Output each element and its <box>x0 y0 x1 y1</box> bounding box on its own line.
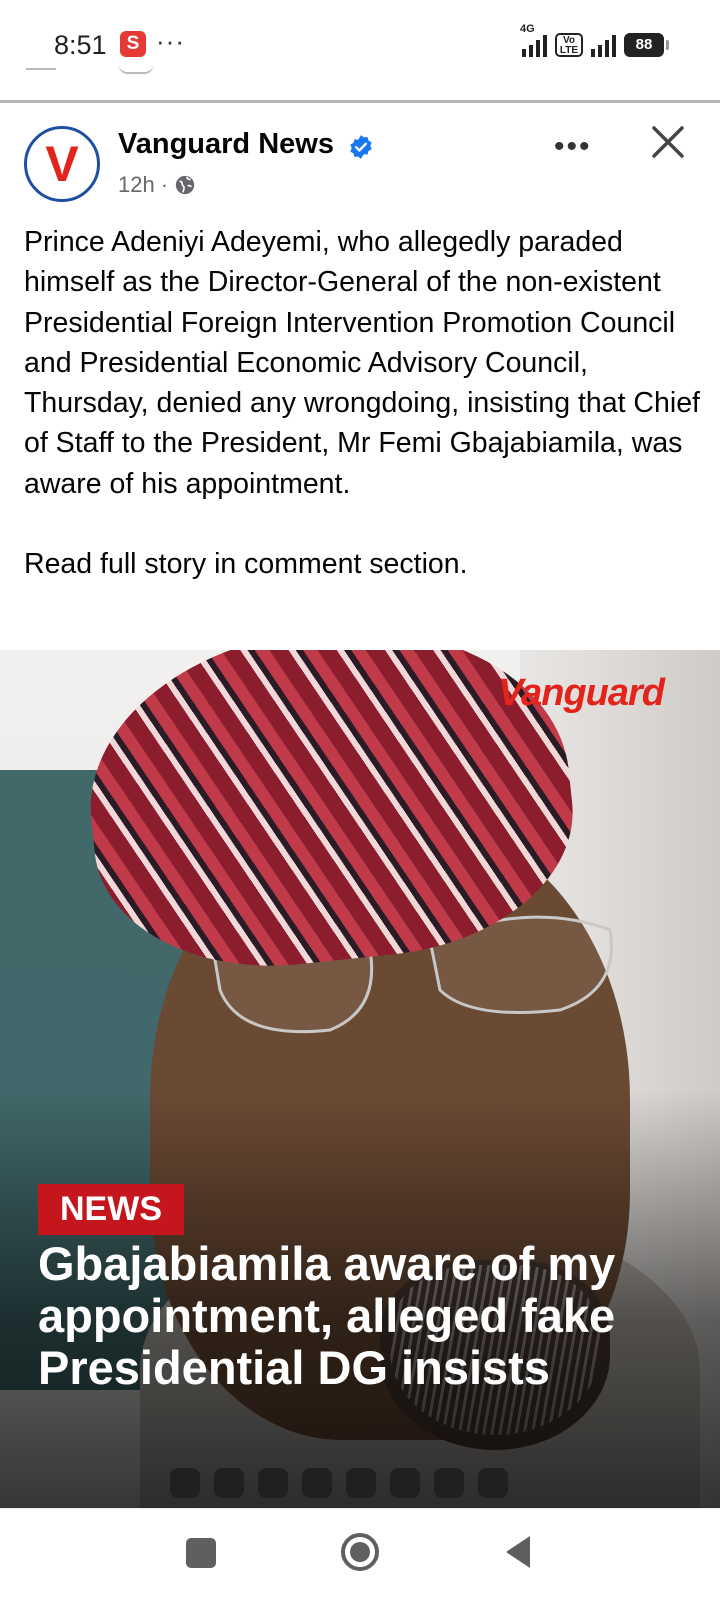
instagram-icon <box>434 1468 464 1498</box>
more-options-button[interactable]: ••• <box>554 130 592 164</box>
social-icons-strip <box>170 1468 508 1498</box>
previous-post-peek <box>26 68 56 76</box>
status-time: 8:51 <box>54 30 107 60</box>
more-notifications-icon: ··· <box>156 26 185 56</box>
post-caption: Prince Adeniyi Adeyemi, who allegedly pa… <box>24 226 700 581</box>
signal-icon <box>591 33 616 57</box>
avatar-logo-letter: V <box>45 136 79 192</box>
battery-icon: 88 <box>624 33 669 57</box>
linkedin-icon <box>258 1468 288 1498</box>
youtube-icon <box>214 1468 244 1498</box>
previous-post-peek-icon <box>118 64 154 74</box>
signal-4g-icon: 4G <box>520 23 547 57</box>
verified-badge-icon <box>350 135 372 159</box>
page-name-link[interactable]: Vanguard News <box>118 128 334 161</box>
recents-button[interactable] <box>186 1538 216 1568</box>
back-button[interactable] <box>502 1532 534 1572</box>
post-meta: 12h · <box>118 172 196 198</box>
home-button[interactable] <box>340 1532 380 1572</box>
feed-divider <box>0 100 720 103</box>
whatsapp-icon <box>390 1468 420 1498</box>
post-timestamp[interactable]: 12h <box>118 172 155 198</box>
x-icon <box>302 1468 332 1498</box>
network-type-label: 4G <box>520 23 535 35</box>
volte-icon: Vo LTE <box>555 33 583 57</box>
page-avatar[interactable]: V <box>24 126 100 202</box>
meta-separator: · <box>160 172 169 197</box>
post-image[interactable]: Vanguard NEWS Gbajabiamila aware of my a… <box>0 650 720 1508</box>
status-bar: 8:51 S ··· 4G Vo LTE 88 <box>0 0 720 92</box>
close-icon[interactable] <box>648 122 688 162</box>
news-tag: NEWS <box>38 1184 184 1235</box>
image-brand-logo: Vanguard <box>498 672 665 714</box>
image-headline: Gbajabiamila aware of my appointment, al… <box>38 1237 629 1394</box>
facebook-icon <box>170 1468 200 1498</box>
post-header: V Vanguard News 12h · ••• <box>24 126 704 210</box>
tiktok-icon <box>346 1468 376 1498</box>
threads-icon <box>478 1468 508 1498</box>
globe-icon <box>175 175 195 195</box>
app-notification-icon: S <box>120 31 146 57</box>
system-indicators: 4G Vo LTE 88 <box>520 23 669 60</box>
